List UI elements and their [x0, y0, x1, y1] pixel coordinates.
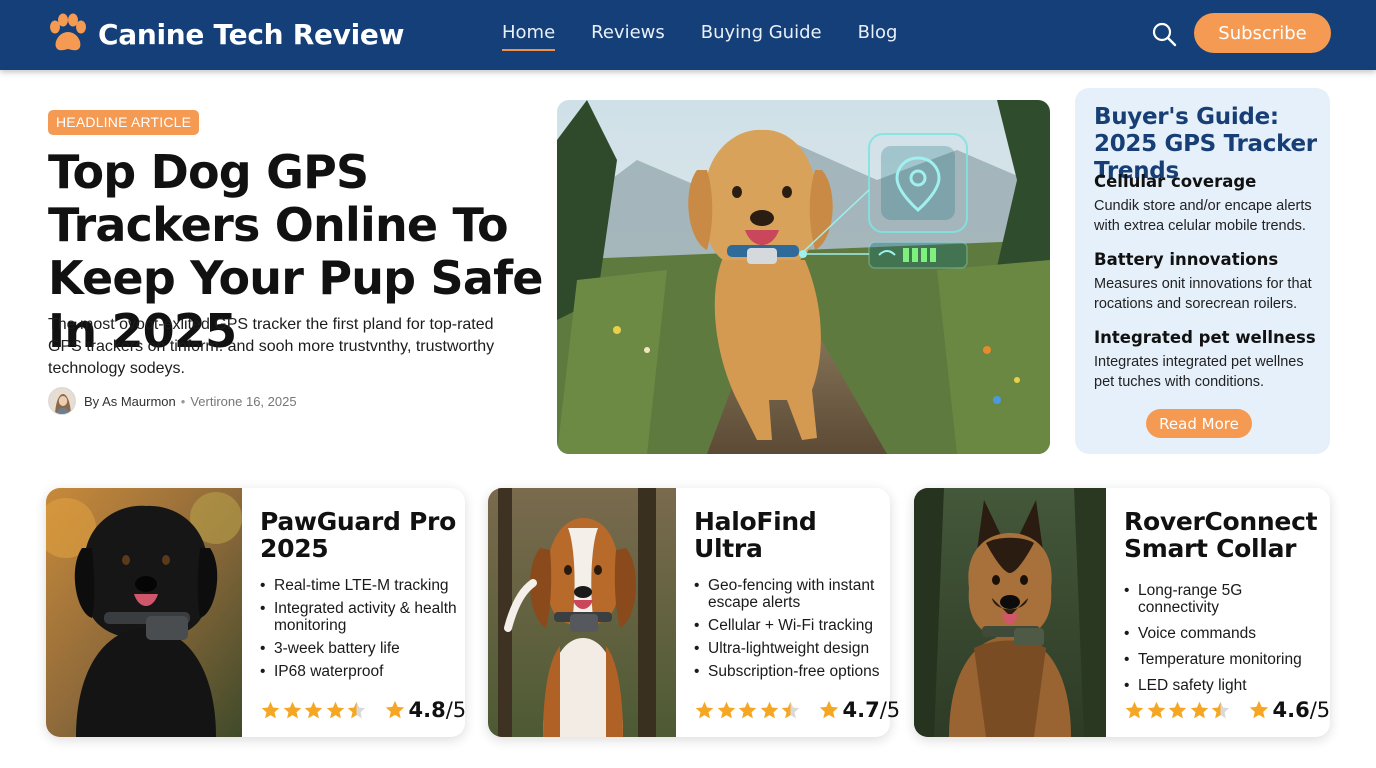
star-rating — [1124, 700, 1232, 721]
star-icon — [261, 701, 280, 718]
product-title: HaloFind Ultra — [694, 507, 817, 563]
feature-list: Geo-fencing with instant escape alerts C… — [694, 577, 884, 680]
brand-logo[interactable]: Canine Tech Review — [46, 12, 404, 56]
star-icon — [1168, 701, 1187, 718]
search-icon[interactable] — [1150, 20, 1178, 48]
product-photo-black-labrador — [46, 488, 242, 737]
star-icon — [326, 701, 344, 718]
rating-score: 4.6/5 — [1272, 698, 1331, 722]
star-icon — [1147, 701, 1165, 718]
feature-item: Temperature monitoring — [1124, 651, 1324, 668]
star-icon — [1249, 700, 1268, 719]
feature-list: Real-time LTE-M tracking Integrated acti… — [260, 577, 460, 680]
product-rating: 4.8/5 — [260, 698, 466, 722]
product-photo-beagle — [488, 488, 676, 737]
star-icon — [347, 701, 366, 718]
star-icon — [781, 701, 800, 718]
product-title: PawGuard Pro 2025 — [260, 507, 456, 563]
feature-list: Long-range 5G connectivity Voice command… — [1124, 582, 1324, 694]
star-icon — [1190, 701, 1208, 718]
author-name[interactable]: By As Maurmon — [84, 394, 176, 409]
headline-summary: The most ovoot-exlited GPS tracker the f… — [48, 316, 495, 377]
nav-buying-guide[interactable]: Buying Guide — [701, 22, 822, 47]
top-navigation-bar: Canine Tech Review Home Reviews Buying G… — [0, 0, 1376, 70]
byline-separator: • — [180, 393, 186, 409]
buyers-guide-panel: Buyer's Guide: 2025 GPS Tracker Trends C… — [1075, 88, 1330, 454]
star-icon — [760, 701, 778, 718]
product-rating: 4.7/5 — [694, 698, 900, 722]
rating-score: 4.7/5 — [842, 698, 901, 722]
star-icon — [819, 700, 838, 719]
feature-item: Real-time LTE-M tracking — [260, 577, 460, 594]
feature-item: 3-week battery life — [260, 640, 460, 657]
product-title: RoverConnect Smart Collar — [1124, 507, 1318, 563]
rating-score: 4.8/5 — [408, 698, 467, 722]
star-rating — [694, 700, 802, 721]
feature-item: IP68 waterproof — [260, 663, 460, 680]
feature-item: Voice commands — [1124, 625, 1324, 642]
feature-item: Long-range 5G connectivity — [1124, 582, 1324, 616]
product-photo-german-shepherd — [914, 488, 1106, 737]
author-avatar — [48, 387, 76, 415]
publish-date: Vertirone 16, 2025 — [190, 393, 297, 409]
feature-item: Ultra-lightweight design — [694, 640, 884, 657]
star-icon — [1211, 701, 1230, 718]
guide-section-body: Cundik store and/or encape alerts with e… — [1094, 198, 1312, 234]
main-nav: Home Reviews Buying Guide Blog — [502, 22, 933, 51]
star-icon — [304, 701, 323, 718]
hero-image-golden-retriever — [557, 100, 1050, 454]
star-icon — [385, 700, 404, 719]
brand-name: Canine Tech Review — [98, 17, 405, 51]
subscribe-button[interactable]: Subscribe — [1194, 13, 1331, 53]
guide-section-title: Battery innovations — [1094, 250, 1279, 269]
byline: By As Maurmon • Vertirone 16, 2025 — [48, 387, 297, 415]
feature-item: Geo-fencing with instant escape alerts — [694, 577, 884, 611]
nav-reviews[interactable]: Reviews — [591, 22, 665, 47]
guide-section-title: Cellular coverage — [1094, 172, 1257, 191]
headline-tag: HEADLINE ARTICLE — [48, 110, 200, 135]
star-icon — [738, 701, 757, 718]
star-icon — [1125, 701, 1144, 718]
star-icon — [717, 701, 735, 718]
product-rating: 4.6/5 — [1124, 698, 1330, 722]
star-icon — [695, 701, 714, 718]
guide-section-body: Integrates integrated pet wellnes pet tu… — [1094, 354, 1304, 390]
guide-section-body: Measures onit innovations for that rocat… — [1094, 276, 1312, 312]
star-rating — [260, 700, 368, 721]
paw-icon — [50, 13, 86, 51]
feature-item: LED safety light — [1124, 677, 1324, 694]
read-more-button[interactable]: Read More — [1146, 409, 1252, 438]
feature-item: Subscription-free options — [694, 663, 884, 680]
feature-item: Cellular + Wi-Fi tracking — [694, 617, 884, 634]
nav-home[interactable]: Home — [502, 22, 556, 51]
guide-section-title: Integrated pet wellness — [1094, 328, 1316, 347]
nav-blog[interactable]: Blog — [858, 22, 898, 47]
feature-item: Integrated activity & health monitoring — [260, 600, 460, 634]
star-icon — [283, 701, 301, 718]
